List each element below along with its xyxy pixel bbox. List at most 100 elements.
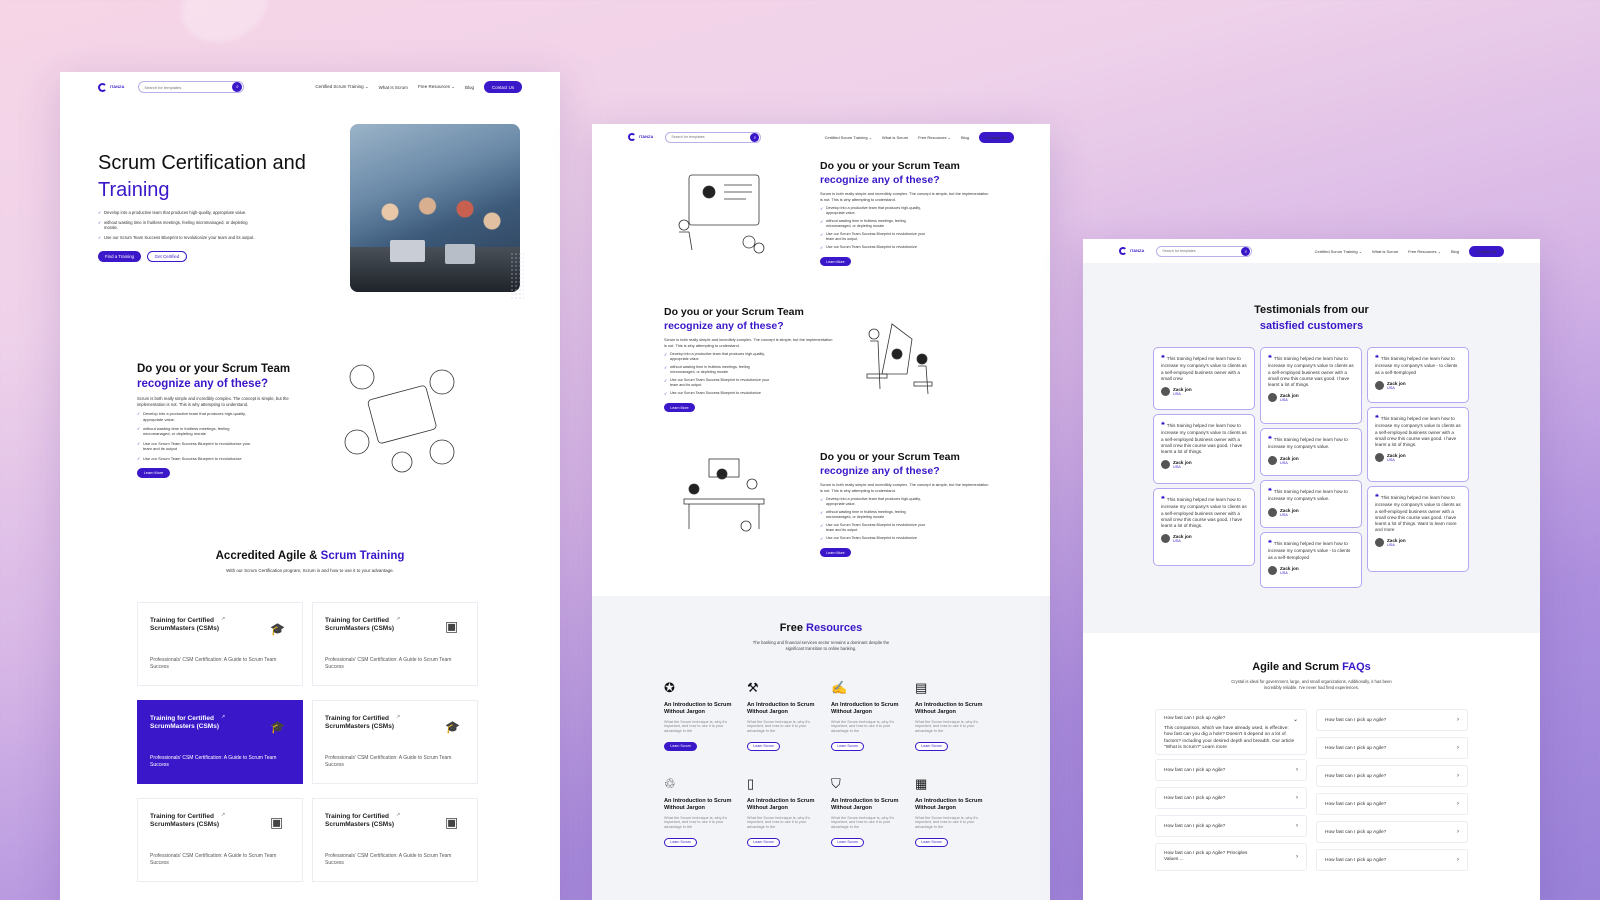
chevron-right-icon: › xyxy=(1457,857,1459,863)
nav-link-blog[interactable]: Blog xyxy=(1451,249,1459,254)
faq-item[interactable]: How fast can I pick up Agile? › xyxy=(1155,815,1307,837)
chevron-right-icon: › xyxy=(1457,773,1459,779)
nav-link-resources[interactable]: Free Resources ⌄ xyxy=(1408,249,1441,254)
brand-logo[interactable]: ITANZA xyxy=(98,82,124,92)
features-mockup: ITANZA ⌕ Certified Scrum Training ⌄ What… xyxy=(592,124,1050,900)
shield-icon: ⛉ xyxy=(831,776,841,791)
nav-link-resources[interactable]: Free Resources ⌄ xyxy=(918,135,951,140)
nav-link-training[interactable]: Certified Scrum Training ⌄ xyxy=(1315,249,1362,254)
avatar xyxy=(1268,455,1277,465)
nav-link-training[interactable]: Certified Scrum Training ⌄ xyxy=(825,135,872,140)
arrow-icon: ↗ xyxy=(396,714,401,720)
certificate-icon: ▣ xyxy=(270,814,284,830)
faq-item[interactable]: How fast can I pick up Agile? › xyxy=(1316,709,1468,731)
training-card[interactable]: Training for Certified ScrumMasters (CSM… xyxy=(312,602,478,686)
testimonial-card: ❝ This training helped me learn how to in… xyxy=(1153,347,1255,410)
resource-item: ▦ An Introduction to Scrum Without Jargo… xyxy=(915,776,991,848)
logo-ring-icon xyxy=(1119,247,1127,255)
contact-button[interactable]: Contact Us xyxy=(484,81,522,93)
learn-scrum-button[interactable]: Learn Scrum xyxy=(664,837,697,847)
navbar: ITANZA ⌕ Certified Scrum Training ⌄ What… xyxy=(1083,245,1540,257)
avatar xyxy=(1375,453,1384,463)
arrow-icon: ↗ xyxy=(396,812,401,818)
learn-more-button[interactable]: Learn More xyxy=(664,403,695,413)
tools-icon: ⚒ xyxy=(747,680,759,695)
avatar xyxy=(1161,534,1170,544)
faq-item[interactable]: How fast can I pick up Agile? › xyxy=(1155,787,1307,809)
nav-link-what-is-scrum[interactable]: What is Scrum xyxy=(379,85,408,90)
nav-link-what-is-scrum[interactable]: What is Scrum xyxy=(882,135,908,140)
testimonial-card: ❝ This training helped me learn how to in… xyxy=(1260,347,1362,424)
nav-link-training[interactable]: Certified Scrum Training ⌄ xyxy=(315,84,368,90)
resource-item: ✪ An Introduction to Scrum Without Jargo… xyxy=(664,680,740,752)
chevron-right-icon: › xyxy=(1457,717,1459,723)
learn-scrum-button[interactable]: Learn Scrum xyxy=(831,741,864,751)
learn-scrum-button[interactable]: Learn Scrum xyxy=(915,741,948,751)
search-input[interactable] xyxy=(671,135,751,139)
brand-logo[interactable]: ITANZA xyxy=(1119,247,1144,255)
chevron-right-icon: › xyxy=(1457,829,1459,835)
certificate-icon: ▣ xyxy=(445,618,459,634)
graduation-cap-icon: 🎓 xyxy=(270,720,285,734)
arrow-icon: ↗ xyxy=(221,616,226,622)
faq-item[interactable]: How fast can I pick up Agile? › xyxy=(1316,737,1468,759)
faq-item[interactable]: How fast can I pick up Agile? › xyxy=(1155,759,1307,781)
resource-item: ♲ An Introduction to Scrum Without Jargo… xyxy=(664,776,740,848)
presentation-icon: ▤ xyxy=(915,680,928,695)
document-icon: ▯ xyxy=(747,776,755,791)
hero-text: Scrum Certification and Training Develop… xyxy=(98,150,348,262)
faq-item-expanded[interactable]: How fast can I pick up Agile? ⌄ This com… xyxy=(1155,709,1307,755)
chevron-right-icon: › xyxy=(1296,823,1298,829)
get-certified-button[interactable]: Get Certified xyxy=(147,250,187,262)
faq-item[interactable]: How fast can I pick up Agile? › xyxy=(1316,793,1468,815)
accredited-header: Accredited Agile & Scrum Training With o… xyxy=(215,550,405,573)
learn-more-button[interactable]: Learn More xyxy=(820,548,851,558)
nav-link-blog[interactable]: Blog xyxy=(465,85,474,90)
search-icon[interactable]: ⌕ xyxy=(1241,246,1251,256)
arrow-icon: ↗ xyxy=(221,714,226,720)
training-card[interactable]: Training for Certified ScrumMasters (CSM… xyxy=(312,700,478,784)
hero-bullets: Develop into a productive team that prod… xyxy=(98,210,258,241)
faq-item[interactable]: How fast can I pick up Agile? › xyxy=(1316,765,1468,787)
chevron-down-icon: ⌄ xyxy=(1292,717,1298,723)
nav-link-blog[interactable]: Blog xyxy=(961,135,969,140)
learn-scrum-button[interactable]: Learn Scrum xyxy=(664,741,697,751)
find-training-button[interactable]: Find a Training xyxy=(98,250,141,262)
learn-more-link[interactable]: Learn more xyxy=(1202,745,1227,750)
search-input[interactable] xyxy=(1162,249,1242,253)
logo-ring-icon xyxy=(628,133,636,141)
learn-scrum-button[interactable]: Learn Scrum xyxy=(831,837,864,847)
chevron-right-icon: › xyxy=(1296,854,1298,860)
testimonial-card: ❝ This training helped me learn how to in… xyxy=(1260,428,1362,476)
training-card[interactable]: Training for Certified ScrumMasters (CSM… xyxy=(137,602,303,686)
training-card[interactable]: Training for Certified ScrumMasters (CSM… xyxy=(137,798,303,882)
search-icon[interactable]: ⌕ xyxy=(750,132,760,142)
graduation-cap-icon: 🎓 xyxy=(270,622,285,636)
faq-item[interactable]: How fast can I pick up Agile? Principles… xyxy=(1155,843,1307,871)
training-card[interactable]: Training for Certified ScrumMasters (CSM… xyxy=(312,798,478,882)
contact-button[interactable]: Contact Us xyxy=(979,131,1014,143)
learn-more-button[interactable]: Learn More xyxy=(820,257,851,267)
learn-more-button[interactable]: Learn More xyxy=(137,467,170,478)
testimonial-card: ❝ This training helped me learn how to in… xyxy=(1367,407,1469,482)
chevron-right-icon: › xyxy=(1296,795,1298,801)
background-shape xyxy=(169,0,281,56)
search-icon[interactable]: ⌕ xyxy=(232,82,243,92)
faq-item[interactable]: How fast can I pick up Agile? › xyxy=(1316,821,1468,843)
brand-logo[interactable]: ITANZA xyxy=(628,133,653,141)
testimonial-card: ❝ This training helped me learn how to in… xyxy=(1153,488,1255,566)
learn-scrum-button[interactable]: Learn Scrum xyxy=(747,741,780,751)
testimonial-card: ❝ This training helped me learn how to in… xyxy=(1260,532,1362,588)
learn-scrum-button[interactable]: Learn Scrum xyxy=(747,837,780,847)
faq-item[interactable]: How fast can I pick up Agile? › xyxy=(1316,849,1468,871)
training-card-active[interactable]: Training for Certified ScrumMasters (CSM… xyxy=(137,700,303,784)
search-input[interactable] xyxy=(144,84,233,90)
nav-link-what-is-scrum[interactable]: What is Scrum xyxy=(1372,249,1398,254)
avatar xyxy=(1268,507,1277,517)
contact-button[interactable]: Contact Us xyxy=(1469,245,1504,257)
testimonial-card: ❝ This training helped me learn how to in… xyxy=(1153,414,1255,484)
avatar xyxy=(1161,460,1170,470)
learn-scrum-button[interactable]: Learn Scrum xyxy=(915,837,948,847)
nav-link-resources[interactable]: Free Resources ⌄ xyxy=(418,84,455,90)
chevron-right-icon: › xyxy=(1457,745,1459,751)
